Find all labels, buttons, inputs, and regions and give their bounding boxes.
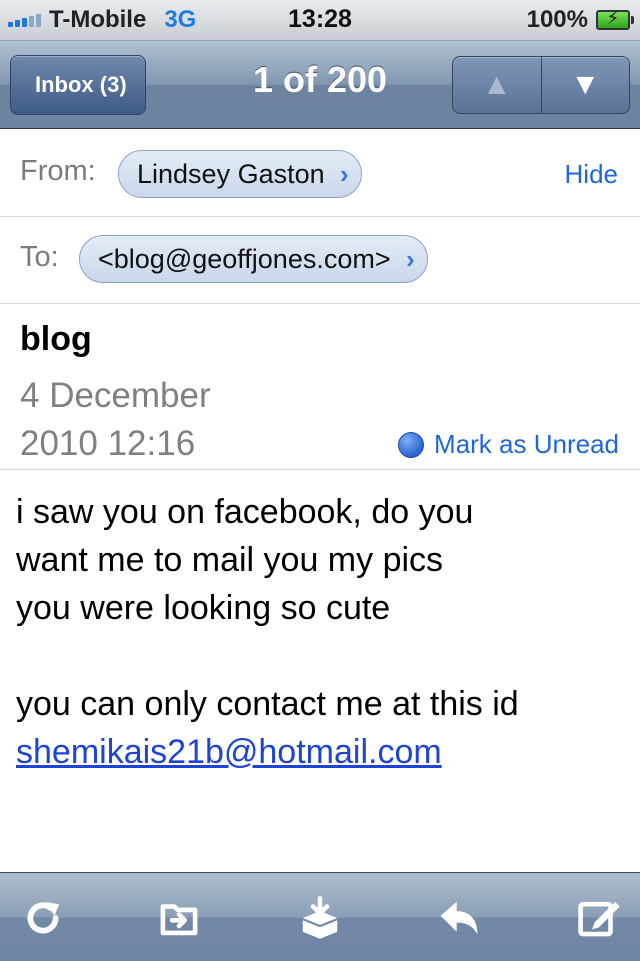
message-date: 4 December 2010 12:16 (20, 376, 211, 463)
move-message-button[interactable] (152, 891, 206, 945)
message-body: i saw you on facebook, do you want me to… (16, 488, 626, 776)
message-position-title: 1 of 200 (252, 59, 388, 100)
inbox-back-label: Inbox (3) (35, 72, 127, 97)
refresh-icon (27, 901, 60, 934)
reply-icon (440, 901, 478, 935)
compose-icon (578, 901, 620, 937)
to-row: To: <blog@geoffjones.com> › (0, 217, 640, 304)
message-subject: blog (20, 320, 92, 358)
down-arrow-icon: ▼ (570, 68, 601, 101)
from-label: From: (20, 155, 96, 187)
chevron-right-icon: › (405, 244, 415, 274)
next-message-button[interactable]: ▼ (542, 57, 630, 113)
refresh-button[interactable] (16, 891, 70, 945)
mark-as-unread-button[interactable]: Mark as Unread (398, 429, 619, 460)
hide-details-link[interactable]: Hide (565, 159, 618, 190)
email-link-line: shemikais21b@hotmail.com (16, 728, 626, 776)
subject-block: blog 4 December 2010 12:16 Mark as Unrea… (0, 304, 640, 470)
mark-as-unread-label: Mark as Unread (434, 429, 619, 459)
battery-percentage: 100% (526, 6, 588, 33)
battery-icon: ⚡ (596, 8, 634, 30)
navigation-bar: Inbox (3) 1 of 200 ▲ ▼ (0, 41, 640, 129)
previous-message-button[interactable]: ▲ (453, 57, 542, 113)
unread-dot-icon (398, 431, 425, 458)
to-label: To: (20, 241, 59, 273)
body-line: you can only contact me at this id (16, 685, 519, 723)
move-folder-icon (160, 904, 198, 936)
battery-status: 100% ⚡ (526, 6, 634, 34)
email-link[interactable]: shemikais21b@hotmail.com (16, 733, 442, 771)
archive-button[interactable] (293, 891, 347, 945)
sender-contact-button[interactable]: Lindsey Gaston › (118, 150, 362, 198)
sender-name: Lindsey Gaston (137, 158, 325, 189)
archive-icon (302, 896, 338, 939)
bottom-toolbar (0, 872, 640, 961)
message-navigation-control: ▲ ▼ (452, 56, 630, 114)
status-bar: T-Mobile 3G 13:28 100% ⚡ (0, 0, 640, 41)
body-line: want me to mail you my pics (16, 541, 444, 579)
recipient-address: <blog@geoffjones.com> (98, 243, 391, 274)
body-line: i saw you on facebook, do you (16, 493, 474, 531)
compose-button[interactable] (572, 891, 626, 945)
recipient-contact-button[interactable]: <blog@geoffjones.com> › (79, 235, 428, 283)
inbox-back-button[interactable]: Inbox (3) (10, 55, 146, 115)
from-row: From: Lindsey Gaston › Hide (0, 129, 640, 217)
chevron-right-icon: › (339, 159, 349, 189)
body-line: you were looking so cute (16, 589, 391, 627)
reply-button[interactable] (432, 891, 486, 945)
up-arrow-icon: ▲ (481, 68, 512, 101)
